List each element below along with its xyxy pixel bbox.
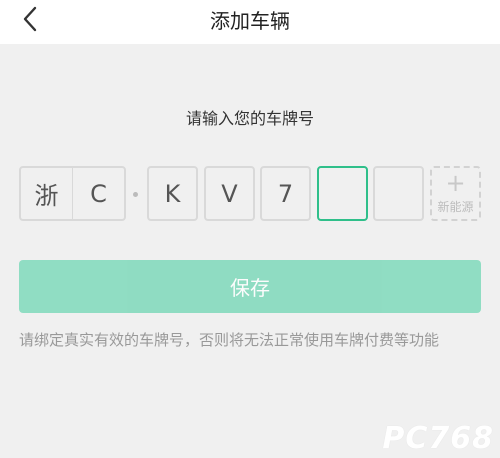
plate-char-5[interactable] — [373, 166, 424, 221]
plate-char-4[interactable] — [317, 166, 368, 221]
watermark-logo: PC768 — [382, 421, 494, 456]
plate-notice: 请绑定真实有效的车牌号，否则将无法正常使用车牌付费等功能 — [19, 331, 440, 349]
page-title: 添加车辆 — [210, 8, 290, 33]
plate-char-1[interactable]: K — [147, 166, 198, 221]
plate-prefix-box[interactable]: 浙 C — [19, 166, 126, 221]
plate-char-3[interactable]: 7 — [260, 166, 311, 221]
plate-prompt: 请输入您的车牌号 — [185, 109, 314, 128]
plus-icon: + — [445, 169, 466, 197]
new-energy-button[interactable]: + 新能源 — [430, 166, 481, 221]
province-char[interactable]: 浙 — [21, 168, 73, 219]
new-energy-label: 新能源 — [437, 200, 474, 214]
plate-separator-dot — [133, 192, 138, 197]
save-button[interactable]: 保存 — [19, 260, 481, 313]
plate-char-2[interactable]: V — [204, 166, 255, 221]
header-bar: 添加车辆 — [0, 0, 500, 44]
plate-input-row: 浙 C K V 7 + 新能源 — [0, 166, 500, 222]
city-letter-char[interactable]: C — [73, 168, 124, 219]
